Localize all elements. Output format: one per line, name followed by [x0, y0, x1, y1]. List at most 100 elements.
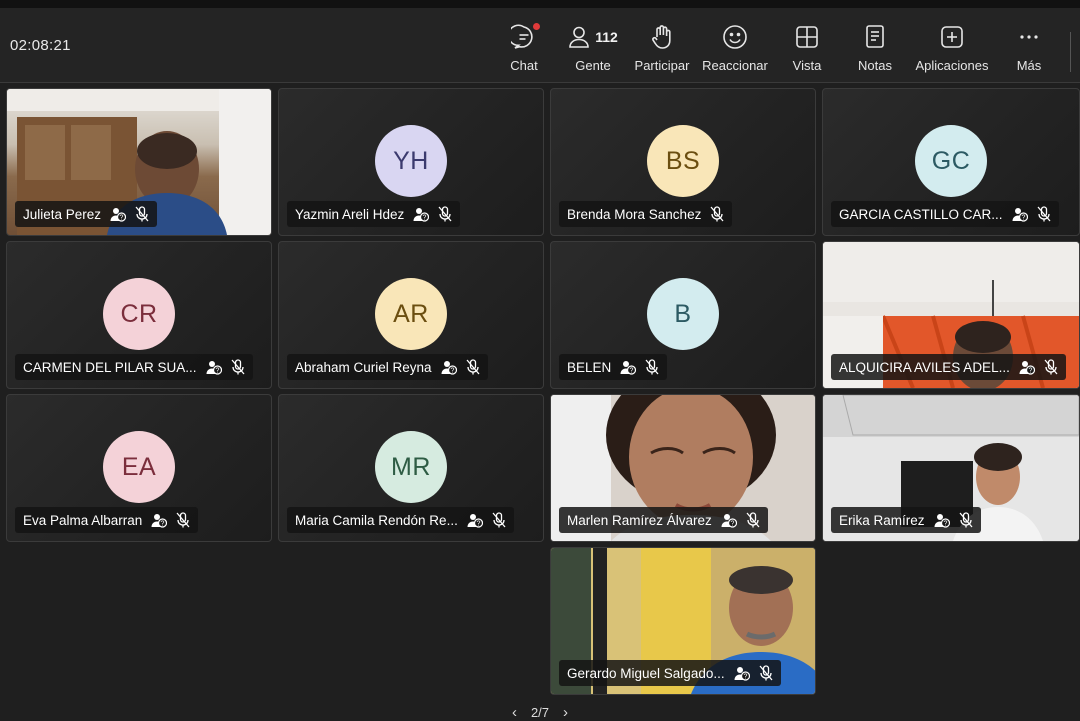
participant-namebar: Yazmin Areli Hdez ? — [287, 201, 461, 227]
participant-namebar: BELEN ? — [559, 354, 668, 380]
participant-info-icon: ? — [441, 359, 457, 375]
mic-muted-icon — [746, 512, 760, 528]
participant-name: Marlen Ramírez Álvarez — [567, 512, 712, 528]
participant-info-icon: ? — [110, 206, 127, 222]
mic-muted-icon — [492, 512, 506, 528]
participant-name: Maria Camila Rendón Re... — [295, 512, 458, 528]
participant-name: Eva Palma Albarran — [23, 512, 143, 528]
mic-muted-icon — [176, 512, 190, 528]
previous-page-icon[interactable]: ‹ — [512, 704, 517, 721]
apps-button[interactable]: Aplicaciones — [912, 22, 992, 78]
participant-info-icon: ? — [934, 512, 950, 528]
participant-name: Yazmin Areli Hdez — [295, 206, 405, 222]
participant-tile-video[interactable]: ALQUICIRA AVILES ADEL... ? — [822, 241, 1080, 389]
svg-text:?: ? — [120, 215, 124, 222]
participant-info-icon: ? — [413, 206, 430, 222]
participant-tile[interactable]: MR Maria Camila Rendón Re... ? — [278, 394, 544, 542]
more-button[interactable]: Más — [1014, 22, 1044, 78]
apps-label: Aplicaciones — [915, 58, 989, 73]
add-apps-icon — [940, 22, 964, 52]
participant-avatar: MR — [375, 431, 447, 503]
participant-info-icon: ? — [1012, 206, 1028, 222]
emoji-icon — [722, 22, 748, 52]
svg-text:?: ? — [450, 368, 454, 375]
participant-info-icon: ? — [1019, 359, 1035, 375]
participant-tile[interactable]: YH Yazmin Areli Hdez ? — [278, 88, 544, 236]
svg-text:?: ? — [943, 521, 947, 528]
chat-button[interactable]: Chat — [506, 22, 542, 78]
participant-info-icon: ? — [151, 512, 168, 528]
svg-text:?: ? — [630, 368, 634, 375]
chat-label: Chat — [510, 58, 538, 73]
participant-tile[interactable]: BS Brenda Mora Sanchez — [550, 88, 816, 236]
page-indicator: 2/7 — [530, 704, 550, 720]
participant-tile-video[interactable]: Marlen Ramírez Álvarez ? — [550, 394, 816, 542]
participant-name: ALQUICIRA AVILES ADEL... — [839, 359, 1010, 375]
participant-tile[interactable]: CR CARMEN DEL PILAR SUA... ? — [6, 241, 272, 389]
people-label: Gente — [575, 58, 611, 73]
mic-muted-icon — [710, 206, 724, 222]
participant-namebar: Brenda Mora Sanchez — [559, 201, 733, 227]
notes-label: Notas — [858, 58, 892, 73]
notes-icon — [864, 22, 886, 52]
mic-muted-icon — [1044, 359, 1058, 375]
react-label: Reaccionar — [702, 58, 768, 73]
react-button[interactable]: Reaccionar — [702, 22, 768, 78]
participant-tile-video[interactable]: Gerardo Miguel Salgado... ? — [550, 547, 816, 695]
raise-hand-label: Participar — [634, 58, 690, 73]
notes-button[interactable]: Notas — [854, 22, 896, 78]
participant-namebar: CARMEN DEL PILAR SUA... ? — [15, 354, 253, 380]
mic-muted-icon — [645, 359, 659, 375]
grid-view-icon — [795, 22, 819, 52]
mic-muted-icon — [959, 512, 973, 528]
notification-dot — [533, 23, 540, 30]
participant-name: Brenda Mora Sanchez — [567, 206, 702, 222]
participant-namebar: Maria Camila Rendón Re... ? — [287, 507, 514, 533]
participant-name: Julieta Perez — [23, 206, 102, 222]
participant-avatar: CR — [103, 278, 175, 350]
participant-info-icon: ? — [721, 512, 737, 528]
participant-tile[interactable]: EA Eva Palma Albarran ? — [6, 394, 272, 542]
participant-name: Gerardo Miguel Salgado... — [567, 665, 725, 681]
next-page-icon[interactable]: › — [563, 704, 568, 721]
participant-info-icon: ? — [467, 512, 483, 528]
meeting-timer: 02:08:21 — [10, 37, 71, 54]
participant-tile[interactable]: GC GARCIA CASTILLO CAR... ? — [822, 88, 1080, 236]
svg-text:?: ? — [1021, 215, 1025, 222]
gallery-pager: ‹ 2/7 › — [0, 704, 1080, 721]
participant-tile-video[interactable]: Julieta Perez ? — [6, 88, 272, 236]
participant-namebar: GARCIA CASTILLO CAR... ? — [831, 201, 1059, 227]
mic-muted-icon — [135, 206, 149, 222]
view-button[interactable]: Vista — [788, 22, 826, 78]
participant-info-icon: ? — [206, 359, 222, 375]
participant-avatar: GC — [915, 125, 987, 197]
svg-text:?: ? — [1028, 368, 1032, 375]
more-dots-icon — [1017, 22, 1041, 52]
svg-text:?: ? — [161, 521, 165, 528]
more-label: Más — [1016, 58, 1042, 73]
participant-avatar: EA — [103, 431, 175, 503]
participant-avatar: AR — [375, 278, 447, 350]
participant-tile[interactable]: B BELEN ? — [550, 241, 816, 389]
toolbar-divider — [1070, 32, 1071, 72]
participant-name: CARMEN DEL PILAR SUA... — [23, 359, 197, 375]
participant-namebar: Erika Ramírez ? — [831, 507, 981, 533]
view-label: Vista — [792, 58, 822, 73]
svg-text:?: ? — [476, 521, 480, 528]
participant-tile[interactable]: AR Abraham Curiel Reyna ? — [278, 241, 544, 389]
hand-icon — [650, 22, 674, 52]
mic-muted-icon — [438, 206, 452, 222]
participant-info-icon: ? — [620, 359, 637, 375]
chat-icon — [511, 22, 540, 52]
meeting-toolbar: 02:08:21 Chat 112 Gente Participar Reacc… — [0, 8, 1080, 83]
people-button[interactable]: 112 Gente — [566, 22, 620, 78]
mic-muted-icon — [466, 359, 480, 375]
svg-text:?: ? — [423, 215, 427, 222]
people-count: 112 — [595, 29, 618, 45]
raise-hand-button[interactable]: Participar — [634, 22, 690, 78]
participant-tile-video[interactable]: Erika Ramírez ? — [822, 394, 1080, 542]
participant-namebar: ALQUICIRA AVILES ADEL... ? — [831, 354, 1066, 380]
svg-text:?: ? — [743, 674, 747, 681]
participant-namebar: Abraham Curiel Reyna ? — [287, 354, 488, 380]
people-icon-group: 112 — [568, 22, 618, 52]
